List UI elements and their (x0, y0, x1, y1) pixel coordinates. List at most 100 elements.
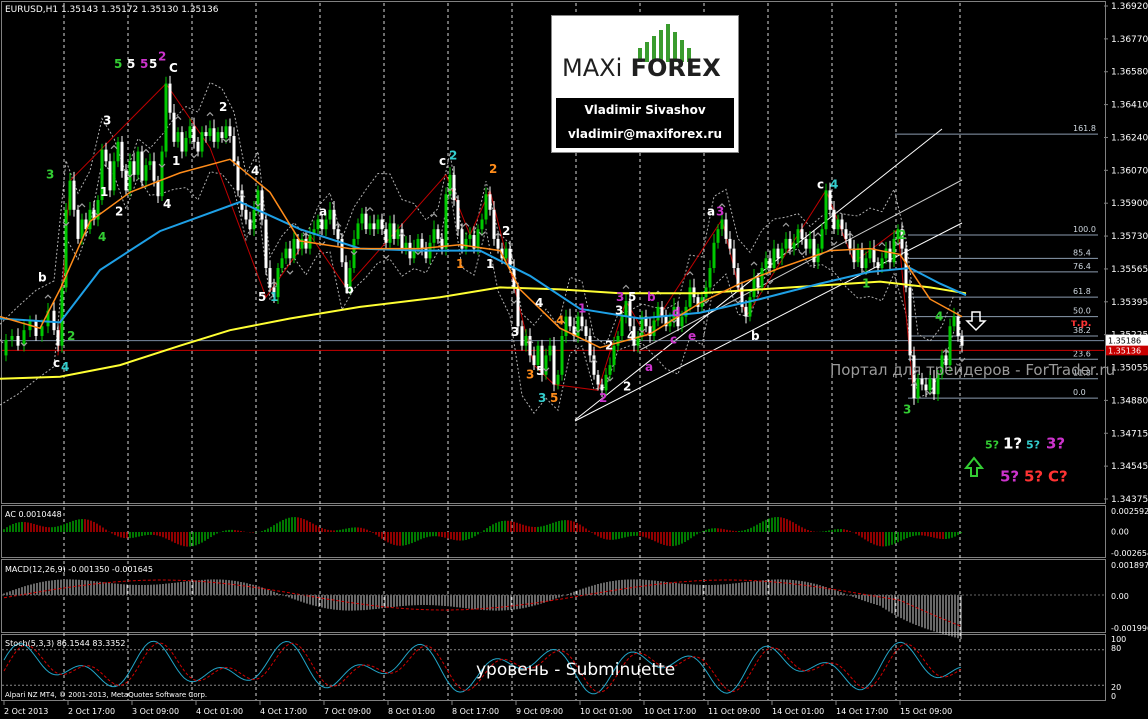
candle-body (560, 335, 564, 375)
candle-body (4, 339, 8, 356)
candle-body (34, 320, 38, 336)
maxiforex-logo: MAXi FOREX Vladimir Sivashov vladimir@ma… (551, 15, 739, 153)
candle-body (748, 297, 752, 317)
price-tick-label: 1.34545 (1111, 462, 1148, 472)
candle-body (628, 301, 632, 327)
price-tick-label: 1.36770 (1111, 35, 1148, 45)
wave-label: 1 (270, 290, 278, 304)
candle-body (848, 238, 852, 249)
candle-body (784, 238, 788, 249)
candle-body (908, 287, 912, 356)
ac-tick-label: 0.002592 (1111, 507, 1148, 516)
candle-body (872, 248, 876, 263)
wave-label: 2 (449, 148, 457, 162)
candle-body (140, 151, 144, 181)
candle-body (416, 238, 420, 249)
wave-label: 4 (163, 197, 171, 211)
price-tick-label: 1.36920 (1111, 2, 1148, 12)
wave-label: 2 (898, 228, 906, 242)
candle-body (584, 326, 588, 336)
candle-body (484, 194, 488, 220)
candle-body (660, 306, 664, 317)
candle-body (320, 219, 324, 230)
wave-label: 4 (627, 329, 635, 343)
candle-body (204, 132, 208, 137)
candle-body (60, 287, 64, 346)
candle-body (788, 238, 792, 249)
candle-body (280, 258, 284, 269)
candle-body (880, 258, 884, 269)
wave-label: 4 (61, 360, 69, 374)
author-info: Vladimir Sivashov vladimir@maxiforex.ru (556, 98, 734, 148)
wave-label: 3 (526, 368, 534, 382)
candle-body (604, 374, 608, 391)
candle-body (952, 316, 956, 327)
candle-body (228, 126, 232, 137)
forecast-label: 5? (1000, 468, 1019, 486)
candle-body (468, 235, 472, 239)
candle-body (920, 378, 924, 385)
candle-body (844, 229, 848, 239)
candle-body (492, 209, 496, 239)
candle-body (596, 374, 600, 385)
wave-label: b (38, 271, 47, 285)
price-tick-label: 1.36240 (1111, 133, 1148, 143)
forecast-label: 5? (1026, 439, 1040, 452)
forecast-label: 1? (1003, 435, 1022, 453)
author-name: Vladimir Sivashov (584, 103, 706, 117)
candle-body (188, 126, 192, 138)
candle-body (356, 223, 360, 239)
candle-body (652, 320, 656, 336)
candle-body (756, 277, 760, 288)
candle-body (860, 248, 864, 269)
candle-body (544, 355, 548, 375)
candle-body (552, 345, 556, 385)
candle-body (496, 238, 500, 249)
wave-label: 1 (862, 276, 870, 290)
wave-label: 2 (158, 49, 166, 63)
wave-label: 2 (67, 329, 75, 343)
candle-body (916, 378, 920, 399)
candle-body (120, 141, 124, 171)
candle-body (184, 137, 188, 152)
candle-body (22, 330, 26, 346)
candle-body (116, 141, 120, 162)
wave-label: b (751, 329, 760, 343)
candle-body (832, 209, 836, 230)
candle-body (752, 277, 756, 298)
candle-body (420, 238, 424, 249)
forecast-label: 5? (985, 439, 999, 452)
candle-body (284, 248, 288, 259)
candle-body (868, 248, 872, 259)
wave-label: 3 (511, 325, 519, 339)
candle-body (56, 330, 60, 346)
candle-body (168, 83, 172, 113)
candle-body (464, 238, 468, 249)
candle-body (768, 258, 772, 269)
price-tick-label: 1.35730 (1111, 232, 1148, 242)
candle-body (576, 316, 580, 336)
wave-label: 5 (536, 364, 544, 378)
ac-tick-label: 0.00 (1111, 528, 1129, 537)
time-tick-label: 10 Oct 01:00 (580, 707, 632, 716)
candle-body (856, 248, 860, 263)
candle-body (176, 132, 180, 142)
candle-body (516, 287, 520, 327)
candle-body (800, 229, 804, 239)
candle-body (924, 384, 928, 391)
time-tick-label: 9 Oct 09:00 (516, 707, 563, 716)
candle-body (316, 219, 320, 230)
price-tick-label: 1.35395 (1111, 298, 1148, 308)
ac-tick-label: -0.002654 (1111, 549, 1148, 558)
candle-body (956, 316, 960, 336)
price-tick-label: 1.35225 (1111, 331, 1148, 341)
candle-body (224, 126, 228, 138)
candle-body (556, 374, 560, 385)
wave-label: 2 (502, 224, 510, 238)
candle-body (88, 209, 92, 230)
time-tick-label: 15 Oct 09:00 (900, 707, 952, 716)
candle-body (216, 132, 220, 142)
wave-label: 1 (578, 302, 586, 316)
wave-label: C (169, 61, 178, 75)
candle-body (656, 306, 660, 321)
